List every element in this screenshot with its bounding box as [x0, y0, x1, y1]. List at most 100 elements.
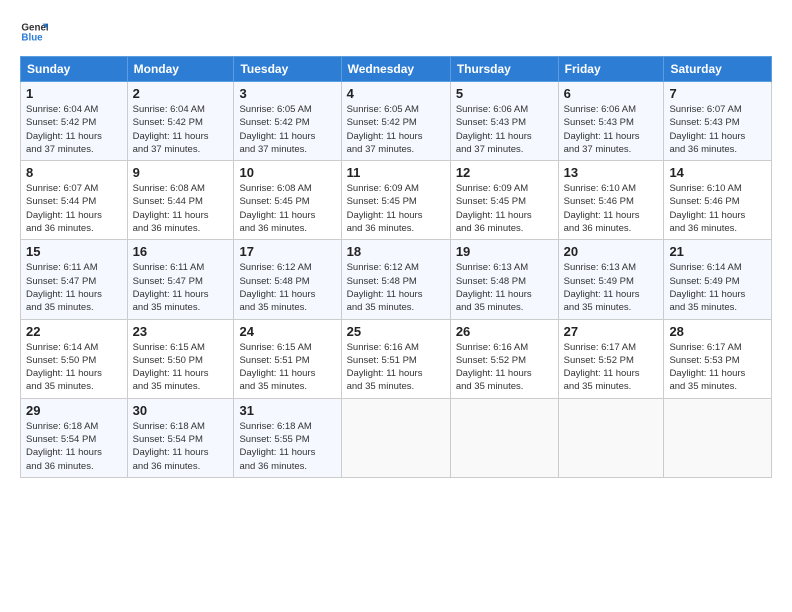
day-number: 29 — [26, 403, 122, 418]
calendar-cell: 18 Sunrise: 6:12 AM Sunset: 5:48 PM Dayli… — [341, 240, 450, 319]
calendar-cell: 13 Sunrise: 6:10 AM Sunset: 5:46 PM Dayli… — [558, 161, 664, 240]
calendar-cell: 28 Sunrise: 6:17 AM Sunset: 5:53 PM Dayli… — [664, 319, 772, 398]
calendar-cell: 8 Sunrise: 6:07 AM Sunset: 5:44 PM Daylig… — [21, 161, 128, 240]
calendar-cell — [664, 398, 772, 477]
day-number: 3 — [239, 86, 335, 101]
calendar-cell: 26Sunrise: 6:16 AM Sunset: 5:52 PM Dayli… — [450, 319, 558, 398]
day-number: 16 — [133, 244, 229, 259]
day-info: Sunrise: 6:15 AM Sunset: 5:50 PM Dayligh… — [133, 341, 229, 394]
day-number: 24 — [239, 324, 335, 339]
calendar-cell: 9 Sunrise: 6:08 AM Sunset: 5:44 PM Daylig… — [127, 161, 234, 240]
day-number: 15 — [26, 244, 122, 259]
calendar-cell: 1 Sunrise: 6:04 AM Sunset: 5:42 PM Daylig… — [21, 82, 128, 161]
day-number: 2 — [133, 86, 229, 101]
day-number: 4 — [347, 86, 445, 101]
day-number: 9 — [133, 165, 229, 180]
calendar-cell: 22 Sunrise: 6:14 AM Sunset: 5:50 PM Dayli… — [21, 319, 128, 398]
day-info: Sunrise: 6:05 AM Sunset: 5:42 PM Dayligh… — [239, 103, 335, 156]
calendar-cell: 4 Sunrise: 6:05 AM Sunset: 5:42 PM Daylig… — [341, 82, 450, 161]
day-info: Sunrise: 6:06 AM Sunset: 5:43 PM Dayligh… — [564, 103, 659, 156]
weekday-header: Thursday — [450, 57, 558, 82]
day-number: 11 — [347, 165, 445, 180]
day-number: 19 — [456, 244, 553, 259]
day-number: 5 — [456, 86, 553, 101]
calendar-cell: 5 Sunrise: 6:06 AM Sunset: 5:43 PM Daylig… — [450, 82, 558, 161]
day-info: Sunrise: 6:10 AM Sunset: 5:46 PM Dayligh… — [564, 182, 659, 235]
day-info: Sunrise: 6:04 AM Sunset: 5:42 PM Dayligh… — [26, 103, 122, 156]
day-number: 31 — [239, 403, 335, 418]
day-number: 28 — [669, 324, 766, 339]
day-info: Sunrise: 6:18 AM Sunset: 5:54 PM Dayligh… — [133, 420, 229, 473]
day-info: Sunrise: 6:09 AM Sunset: 5:45 PM Dayligh… — [456, 182, 553, 235]
day-info: Sunrise: 6:06 AM Sunset: 5:43 PM Dayligh… — [456, 103, 553, 156]
day-info: Sunrise: 6:18 AM Sunset: 5:54 PM Dayligh… — [26, 420, 122, 473]
day-info: Sunrise: 6:07 AM Sunset: 5:43 PM Dayligh… — [669, 103, 766, 156]
calendar-cell: 29 Sunrise: 6:18 AM Sunset: 5:54 PM Dayli… — [21, 398, 128, 477]
calendar-cell: 23 Sunrise: 6:15 AM Sunset: 5:50 PM Dayli… — [127, 319, 234, 398]
day-info: Sunrise: 6:16 AM Sunset: 5:51 PM Dayligh… — [347, 341, 445, 394]
day-info: Sunrise: 6:11 AM Sunset: 5:47 PM Dayligh… — [133, 261, 229, 314]
page-header: General Blue — [20, 18, 772, 46]
day-number: 20 — [564, 244, 659, 259]
calendar-cell: 6 Sunrise: 6:06 AM Sunset: 5:43 PM Daylig… — [558, 82, 664, 161]
weekday-header: Saturday — [664, 57, 772, 82]
day-number: 27 — [564, 324, 659, 339]
day-number: 7 — [669, 86, 766, 101]
day-number: 14 — [669, 165, 766, 180]
weekday-header: Wednesday — [341, 57, 450, 82]
calendar-cell: 31 Sunrise: 6:18 AM Sunset: 5:55 PM Dayli… — [234, 398, 341, 477]
calendar-table: SundayMondayTuesdayWednesdayThursdayFrid… — [20, 56, 772, 478]
calendar-cell: 17 Sunrise: 6:12 AM Sunset: 5:48 PM Dayli… — [234, 240, 341, 319]
day-number: 12 — [456, 165, 553, 180]
day-info: Sunrise: 6:14 AM Sunset: 5:49 PM Dayligh… — [669, 261, 766, 314]
day-number: 30 — [133, 403, 229, 418]
calendar-cell: 10 Sunrise: 6:08 AM Sunset: 5:45 PM Dayli… — [234, 161, 341, 240]
day-number: 21 — [669, 244, 766, 259]
day-number: 10 — [239, 165, 335, 180]
day-info: Sunrise: 6:14 AM Sunset: 5:50 PM Dayligh… — [26, 341, 122, 394]
day-info: Sunrise: 6:05 AM Sunset: 5:42 PM Dayligh… — [347, 103, 445, 156]
day-info: Sunrise: 6:09 AM Sunset: 5:45 PM Dayligh… — [347, 182, 445, 235]
calendar-cell: 30 Sunrise: 6:18 AM Sunset: 5:54 PM Dayli… — [127, 398, 234, 477]
day-number: 18 — [347, 244, 445, 259]
calendar-cell — [341, 398, 450, 477]
calendar-cell: 25Sunrise: 6:16 AM Sunset: 5:51 PM Dayli… — [341, 319, 450, 398]
weekday-header: Friday — [558, 57, 664, 82]
weekday-header: Sunday — [21, 57, 128, 82]
day-info: Sunrise: 6:13 AM Sunset: 5:48 PM Dayligh… — [456, 261, 553, 314]
calendar-cell: 15 Sunrise: 6:11 AM Sunset: 5:47 PM Dayli… — [21, 240, 128, 319]
day-info: Sunrise: 6:18 AM Sunset: 5:55 PM Dayligh… — [239, 420, 335, 473]
day-number: 23 — [133, 324, 229, 339]
logo-icon: General Blue — [20, 18, 48, 46]
calendar-cell: 19 Sunrise: 6:13 AM Sunset: 5:48 PM Dayli… — [450, 240, 558, 319]
day-info: Sunrise: 6:07 AM Sunset: 5:44 PM Dayligh… — [26, 182, 122, 235]
calendar-cell — [558, 398, 664, 477]
calendar-cell: 14 Sunrise: 6:10 AM Sunset: 5:46 PM Dayli… — [664, 161, 772, 240]
day-number: 17 — [239, 244, 335, 259]
day-info: Sunrise: 6:12 AM Sunset: 5:48 PM Dayligh… — [239, 261, 335, 314]
day-number: 13 — [564, 165, 659, 180]
day-number: 26 — [456, 324, 553, 339]
day-info: Sunrise: 6:08 AM Sunset: 5:44 PM Dayligh… — [133, 182, 229, 235]
calendar-cell: 7 Sunrise: 6:07 AM Sunset: 5:43 PM Daylig… — [664, 82, 772, 161]
logo: General Blue — [20, 18, 48, 46]
day-number: 6 — [564, 86, 659, 101]
weekday-header: Monday — [127, 57, 234, 82]
calendar-cell: 11 Sunrise: 6:09 AM Sunset: 5:45 PM Dayli… — [341, 161, 450, 240]
day-number: 22 — [26, 324, 122, 339]
calendar-cell: 2 Sunrise: 6:04 AM Sunset: 5:42 PM Daylig… — [127, 82, 234, 161]
calendar-cell: 12 Sunrise: 6:09 AM Sunset: 5:45 PM Dayli… — [450, 161, 558, 240]
day-number: 8 — [26, 165, 122, 180]
day-info: Sunrise: 6:04 AM Sunset: 5:42 PM Dayligh… — [133, 103, 229, 156]
day-info: Sunrise: 6:17 AM Sunset: 5:53 PM Dayligh… — [669, 341, 766, 394]
day-number: 1 — [26, 86, 122, 101]
day-info: Sunrise: 6:17 AM Sunset: 5:52 PM Dayligh… — [564, 341, 659, 394]
calendar-cell: 27 Sunrise: 6:17 AM Sunset: 5:52 PM Dayli… — [558, 319, 664, 398]
calendar-cell: 3 Sunrise: 6:05 AM Sunset: 5:42 PM Daylig… — [234, 82, 341, 161]
day-info: Sunrise: 6:12 AM Sunset: 5:48 PM Dayligh… — [347, 261, 445, 314]
calendar-cell — [450, 398, 558, 477]
day-info: Sunrise: 6:08 AM Sunset: 5:45 PM Dayligh… — [239, 182, 335, 235]
day-info: Sunrise: 6:11 AM Sunset: 5:47 PM Dayligh… — [26, 261, 122, 314]
day-info: Sunrise: 6:10 AM Sunset: 5:46 PM Dayligh… — [669, 182, 766, 235]
svg-text:Blue: Blue — [21, 32, 43, 43]
